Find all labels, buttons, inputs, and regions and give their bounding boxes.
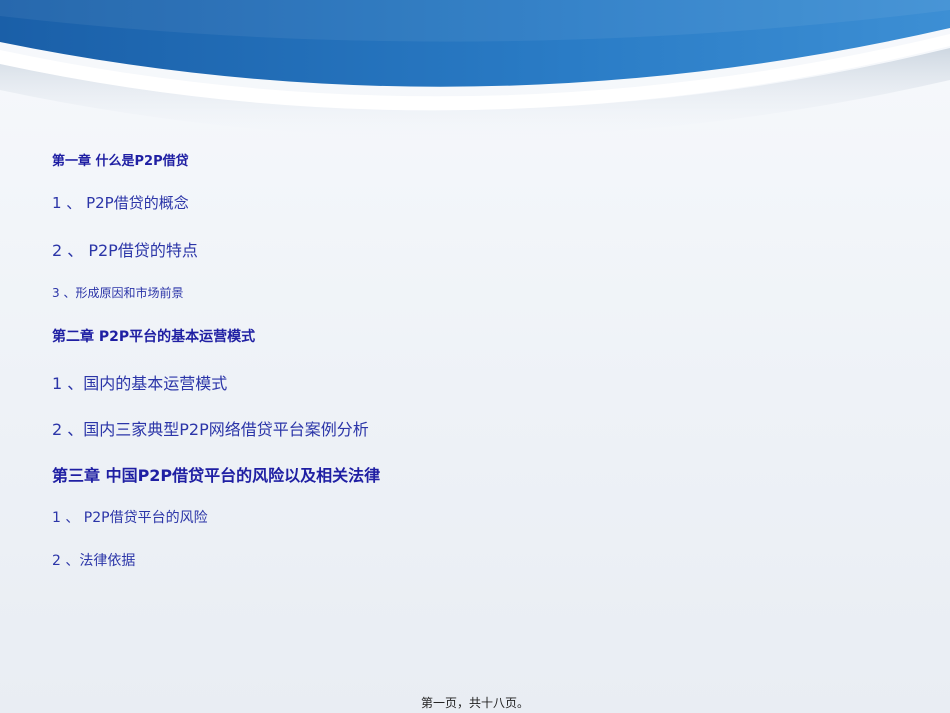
chapter-1-title: 第一章 什么是P2P借贷 [52, 154, 189, 169]
chapter-2-item-2: 2 、国内三家典型P2P网络借贷平台案例分析 [52, 420, 369, 439]
slide: 第一章 什么是P2P借贷 1 、 P2P借贷的概念 2 、 P2P借贷的特点 3… [0, 0, 950, 713]
chapter-2-title: 第二章 P2P平台的基本运营模式 [52, 329, 256, 345]
chapter-1-item-1: 1 、 P2P借贷的概念 [52, 194, 189, 212]
chapter-1-item-2: 2 、 P2P借贷的特点 [52, 241, 198, 260]
chapter-3-title: 第三章 中国P2P借贷平台的风险以及相关法律 [52, 466, 381, 485]
chapter-3-item-1: 1 、 P2P借贷平台的风险 [52, 510, 208, 526]
chapter-2-item-1: 1 、国内的基本运营模式 [52, 374, 228, 393]
table-of-contents: 第一章 什么是P2P借贷 1 、 P2P借贷的概念 2 、 P2P借贷的特点 3… [0, 0, 950, 713]
page-number: 第一页，共十八页。 [420, 696, 529, 710]
chapter-1-item-3: 3 、形成原因和市场前景 [52, 286, 184, 300]
chapter-3-item-2: 2 、法律依据 [52, 553, 136, 569]
